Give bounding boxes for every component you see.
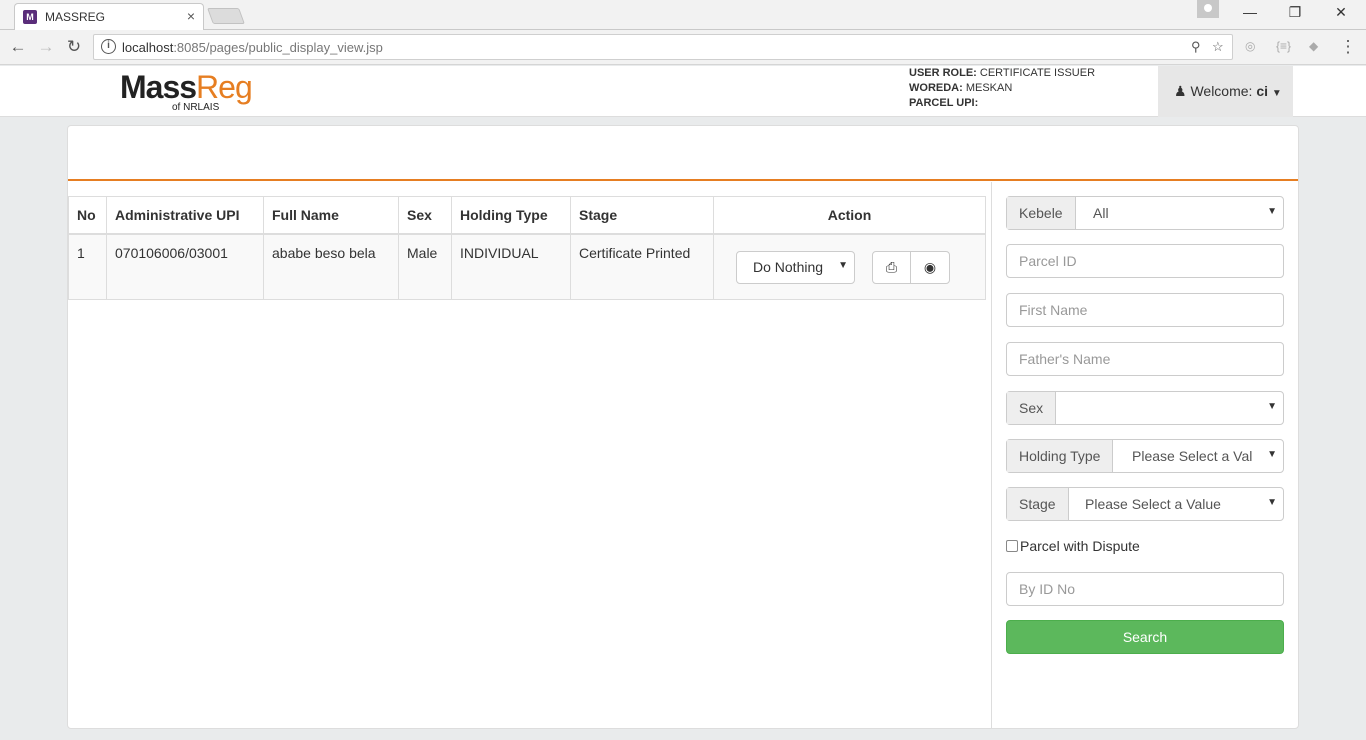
logo-subtitle: of NRLAIS xyxy=(172,102,220,113)
id-no-placeholder: By ID No xyxy=(1019,581,1076,597)
browser-toolbar: ← → ↻ i localhost:8085/pages/public_disp… xyxy=(0,30,1366,65)
welcome-label: Welcome: xyxy=(1190,83,1253,99)
woreda-label: WOREDA: xyxy=(909,82,963,94)
user-role-label: USER ROLE: xyxy=(909,67,977,79)
id-no-input[interactable]: By ID No xyxy=(1006,572,1284,606)
cell-no: 1 xyxy=(68,233,107,300)
caret-down-icon: ▼ xyxy=(1271,88,1282,99)
new-tab-button[interactable] xyxy=(207,8,245,24)
logo-reg: Reg xyxy=(196,69,253,105)
json-extension-icon[interactable]: {≡} xyxy=(1276,39,1291,53)
key-icon[interactable]: ⚲ xyxy=(1191,39,1201,55)
holding-type-select[interactable]: Holding Type Please Select a Val ▼ xyxy=(1006,439,1284,473)
address-bar[interactable]: i localhost:8085/pages/public_display_vi… xyxy=(93,34,1233,60)
logo-mass: Mass xyxy=(120,69,197,105)
table-header-row: No Administrative UPI Full Name Sex Hold… xyxy=(68,196,986,235)
cell-action: Do Nothing ▼ ⎙ ◉ xyxy=(713,233,986,300)
dispute-checkbox[interactable] xyxy=(1006,540,1018,552)
panel-heading xyxy=(68,126,1298,181)
menu-icon[interactable]: ⋮ xyxy=(1338,37,1358,57)
forward-icon[interactable]: → xyxy=(36,37,56,57)
browser-tab[interactable]: M MASSREG × xyxy=(14,3,204,31)
browser-tab-bar: M MASSREG × — ❐ ✕ xyxy=(0,0,1366,31)
user-icon: ♟ xyxy=(1174,83,1187,99)
stage-select[interactable]: Stage Please Select a Value ▼ xyxy=(1006,487,1284,521)
dispute-checkbox-row: Parcel with Dispute xyxy=(1006,538,1140,554)
restore-icon[interactable]: ❐ xyxy=(1285,4,1305,21)
table-row: 1 070106006/03001 ababe beso bela Male I… xyxy=(68,233,986,300)
extension-icon[interactable]: ◎ xyxy=(1245,39,1255,53)
parcel-table: No Administrative UPI Full Name Sex Hold… xyxy=(68,196,986,300)
view-eye-icon[interactable]: ◉ xyxy=(911,252,949,283)
cell-holding-type: INDIVIDUAL xyxy=(451,233,571,300)
welcome-user: ci xyxy=(1256,83,1269,99)
url-text[interactable]: localhost:8085/pages/public_display_view… xyxy=(122,40,383,55)
col-sex: Sex xyxy=(398,196,452,235)
bookmark-star-icon[interactable]: ☆ xyxy=(1212,39,1224,55)
first-name-input[interactable]: First Name xyxy=(1006,293,1284,327)
row-action-buttons: ⎙ ◉ xyxy=(872,251,950,284)
chevron-down-icon: ▼ xyxy=(1267,449,1277,460)
print-icon[interactable]: ⎙ xyxy=(873,252,911,283)
parcel-upi-label: PARCEL UPI: xyxy=(909,97,979,109)
chevron-down-icon: ▼ xyxy=(1267,497,1277,508)
sex-select[interactable]: Sex ▼ xyxy=(1006,391,1284,425)
parcel-id-placeholder: Parcel ID xyxy=(1019,253,1077,269)
user-info: USER ROLE: CERTIFICATE ISSUER WOREDA: ME… xyxy=(909,66,1095,111)
father-name-placeholder: Father's Name xyxy=(1019,351,1111,367)
col-stage: Stage xyxy=(570,196,714,235)
first-name-placeholder: First Name xyxy=(1019,302,1088,318)
info-icon[interactable]: i xyxy=(101,39,116,54)
holding-type-value: Please Select a Val xyxy=(1132,448,1253,464)
app-header: MassReg of NRLAIS USER ROLE: CERTIFICATE… xyxy=(0,66,1366,117)
parcel-id-input[interactable]: Parcel ID xyxy=(1006,244,1284,278)
back-icon[interactable]: ← xyxy=(8,37,28,57)
sex-label: Sex xyxy=(1007,392,1057,424)
favicon-icon: M xyxy=(23,10,37,24)
holding-type-label: Holding Type xyxy=(1007,440,1114,472)
massreg-logo[interactable]: MassReg of NRLAIS xyxy=(120,69,253,115)
main-panel: No Administrative UPI Full Name Sex Hold… xyxy=(67,125,1299,729)
action-select[interactable]: Do Nothing ▼ xyxy=(736,251,855,284)
user-role-value: CERTIFICATE ISSUER xyxy=(979,67,1096,79)
search-button[interactable]: Search xyxy=(1006,620,1284,654)
chevron-down-icon: ▼ xyxy=(1267,206,1277,217)
welcome-dropdown[interactable]: ♟ Welcome: ci ▼ xyxy=(1158,66,1293,117)
chevron-down-icon: ▼ xyxy=(1267,401,1277,412)
cell-sex: Male xyxy=(398,233,452,300)
window-close-icon[interactable]: ✕ xyxy=(1331,4,1351,21)
action-select-value: Do Nothing xyxy=(753,259,824,275)
kebele-value: All xyxy=(1093,205,1109,221)
cell-upi: 070106006/03001 xyxy=(106,233,264,300)
kebele-select[interactable]: Kebele All ▼ xyxy=(1006,196,1284,230)
url-host: localhost xyxy=(122,40,174,55)
minimize-icon[interactable]: — xyxy=(1240,4,1260,20)
col-holding-type: Holding Type xyxy=(451,196,571,235)
shield-extension-icon[interactable]: ◆ xyxy=(1309,39,1318,53)
col-no: No xyxy=(68,196,107,235)
father-name-input[interactable]: Father's Name xyxy=(1006,342,1284,376)
profile-icon[interactable] xyxy=(1197,0,1219,18)
col-full-name: Full Name xyxy=(263,196,399,235)
col-administrative-upi: Administrative UPI xyxy=(106,196,264,235)
woreda-value: MESKAN xyxy=(965,82,1013,94)
panel-divider xyxy=(991,182,992,728)
cell-full-name: ababe beso bela xyxy=(263,233,399,300)
reload-icon[interactable]: ↻ xyxy=(64,37,84,57)
url-path: :8085/pages/public_display_view.jsp xyxy=(173,40,383,55)
cell-stage: Certificate Printed xyxy=(570,233,714,300)
stage-label: Stage xyxy=(1007,488,1069,520)
kebele-label: Kebele xyxy=(1007,197,1076,229)
dispute-label: Parcel with Dispute xyxy=(1020,538,1140,554)
stage-value: Please Select a Value xyxy=(1085,496,1221,512)
chevron-down-icon: ▼ xyxy=(838,260,848,271)
col-action: Action xyxy=(713,196,986,235)
tab-close-icon[interactable]: × xyxy=(187,8,195,24)
tab-title: MASSREG xyxy=(45,10,106,24)
